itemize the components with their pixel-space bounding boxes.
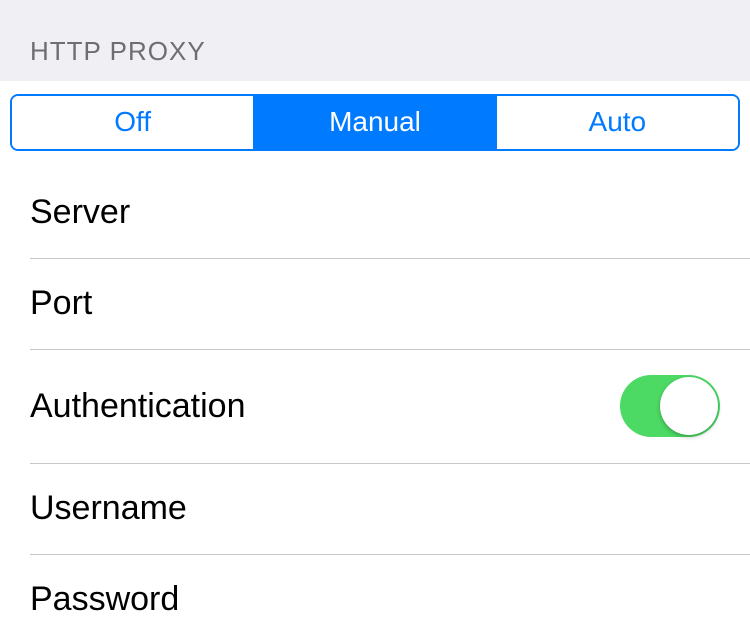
row-port[interactable]: Port [0, 258, 750, 349]
toggle-knob [660, 377, 718, 435]
row-port-label: Port [30, 284, 92, 323]
proxy-mode-segmented-control: Off Manual Auto [10, 94, 740, 151]
row-authentication: Authentication [0, 349, 750, 463]
row-password-label: Password [30, 580, 179, 619]
row-server-label: Server [30, 193, 130, 232]
section-header-title: HTTP PROXY [30, 36, 720, 67]
section-header: HTTP PROXY [0, 0, 750, 81]
settings-list: Server Port Authentication Username Pass… [0, 167, 750, 635]
authentication-toggle[interactable] [620, 375, 720, 437]
segmented-control-container: Off Manual Auto [0, 81, 750, 167]
segment-manual[interactable]: Manual [253, 96, 495, 149]
row-authentication-label: Authentication [30, 387, 246, 426]
row-password[interactable]: Password [0, 554, 750, 635]
segment-off[interactable]: Off [12, 96, 253, 149]
row-username[interactable]: Username [0, 463, 750, 554]
row-server[interactable]: Server [0, 167, 750, 258]
row-username-label: Username [30, 489, 187, 528]
segment-auto[interactable]: Auto [496, 96, 738, 149]
